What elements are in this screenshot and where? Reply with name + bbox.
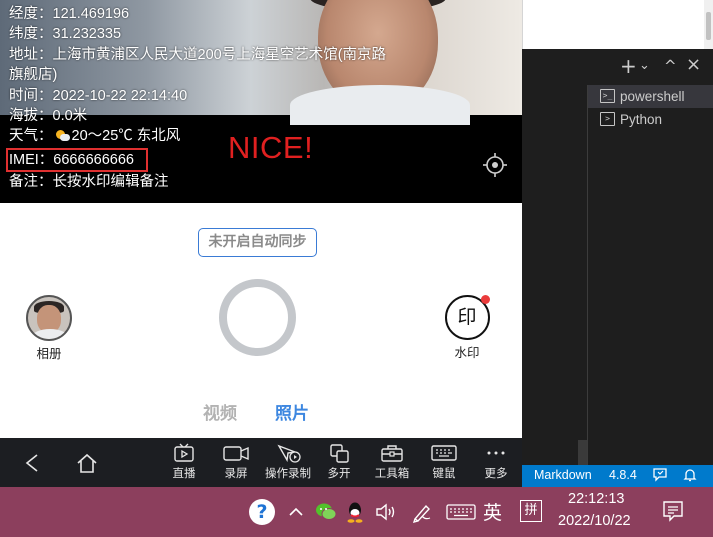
toolbar-live[interactable]: 直播 <box>159 443 209 481</box>
terminal-list: >_ powershell > Python <box>587 85 713 465</box>
maximize-panel-button[interactable]: ^ <box>664 57 677 75</box>
toolbar-label: 更多 <box>484 466 508 480</box>
more-icon <box>487 451 505 455</box>
auto-sync-badge[interactable]: 未开启自动同步 <box>198 228 317 257</box>
terminal-icon: >_ <box>600 89 615 103</box>
album-thumbnail <box>26 295 72 341</box>
multi-open-icon <box>330 444 349 463</box>
screen: 经度：121.469196 纬度：31.232335 地址：上海市黄浦区人民大道… <box>0 0 713 537</box>
clock-time[interactable]: 22:12:13 <box>568 491 624 515</box>
toolbar-multi[interactable]: 多开 <box>314 443 364 481</box>
toolbar-record[interactable]: 录屏 <box>211 443 261 481</box>
input-language-indicator[interactable]: 英 <box>483 498 502 524</box>
watermark-imei: IMEI：6666666666 <box>6 147 148 173</box>
close-panel-button[interactable]: × <box>686 54 701 75</box>
pen-icon[interactable] <box>410 500 434 524</box>
toolbar-label: 直播 <box>172 466 196 480</box>
phone-toolbar: 直播 录屏 操作录制 多开 工具箱 键鼠 更多 <box>0 438 522 488</box>
wechat-icon[interactable] <box>314 500 338 524</box>
toolbar-label: 键鼠 <box>432 466 456 480</box>
camera-record-icon <box>223 446 249 461</box>
watermark-time: 时间：2022-10-22 22:14:40 <box>9 87 188 104</box>
watermark-weather-value: 20～25℃ 东北风 <box>71 128 181 145</box>
ime-mode-indicator[interactable]: 拼 <box>520 500 542 522</box>
terminal-item-python[interactable]: > Python <box>588 108 713 131</box>
watermark-weather: 天气： 20～25℃ 东北风 <box>9 126 389 146</box>
toolbar-tools[interactable]: 工具箱 <box>367 443 417 481</box>
notifications-icon[interactable] <box>682 467 698 486</box>
partly-cloudy-icon <box>55 130 70 142</box>
help-icon[interactable]: ? <box>249 499 275 525</box>
toolbar-keymap[interactable]: 键鼠 <box>419 443 469 481</box>
macro-record-icon <box>277 444 301 463</box>
touch-keyboard-icon[interactable] <box>446 500 476 524</box>
show-hidden-icons-chevron-icon[interactable] <box>287 500 305 524</box>
camera-preview[interactable]: 经度：121.469196 纬度：31.232335 地址：上海市黄浦区人民大道… <box>0 0 522 203</box>
watermark-label: 水印 <box>454 345 480 360</box>
watermark-latitude: 纬度：31.232335 <box>9 26 122 43</box>
terminal-dropdown-button[interactable]: ⌄ <box>639 58 650 73</box>
typescript-version[interactable]: 4.8.4 <box>609 468 637 482</box>
new-terminal-button[interactable]: + <box>620 54 637 78</box>
editor-area[interactable] <box>522 0 713 49</box>
volume-icon[interactable] <box>374 500 398 524</box>
editor-scrollbar[interactable] <box>704 0 713 49</box>
watermark-altitude: 海拔：0.0米 <box>9 108 88 125</box>
toolbar-more[interactable]: 更多 <box>471 443 521 481</box>
terminal-icon: > <box>600 112 615 126</box>
toolbar-label: 工具箱 <box>374 466 410 480</box>
photo-watermark[interactable]: 经度：121.469196 纬度：31.232335 地址：上海市黄浦区人民大道… <box>6 4 389 193</box>
stamp-icon: 印 <box>444 295 490 340</box>
locate-target-icon[interactable] <box>482 152 508 178</box>
watermark-button[interactable]: 印 水印 <box>443 295 491 361</box>
status-bar: Markdown 4.8.4 <box>522 465 713 487</box>
toolbar-macro[interactable]: 操作录制 <box>263 443 313 481</box>
taskbar: ? 英 拼 22:12:13 2022/10/22 <box>0 487 713 537</box>
clock-date[interactable]: 2022/10/22 <box>558 513 631 537</box>
toolbar-label: 录屏 <box>224 466 248 480</box>
toolbar-label: 操作录制 <box>265 466 311 480</box>
mode-video-tab[interactable]: 视频 <box>203 399 237 424</box>
watermark-weather-prefix: 天气： <box>9 128 53 145</box>
terminal-panel: + ⌄ ^ × >_ powershell > Python <box>522 49 713 465</box>
feedback-icon[interactable] <box>652 467 668 486</box>
panel-scrollbar[interactable] <box>578 85 587 465</box>
watermark-address: 地址：上海市黄浦区人民大道200号上海星空艺术馆(南京路旗舰店) <box>9 46 387 84</box>
terminal-name: Python <box>620 112 663 127</box>
language-mode[interactable]: Markdown <box>534 468 592 482</box>
stamp-glyph: 印 <box>457 306 477 328</box>
terminal-name: powershell <box>620 89 685 104</box>
notification-dot <box>480 295 490 304</box>
album-label: 相册 <box>36 346 62 361</box>
mode-photo-tab[interactable]: 照片 <box>275 399 309 424</box>
toolbar-label: 多开 <box>327 466 351 480</box>
back-icon[interactable] <box>22 452 44 474</box>
qq-icon[interactable] <box>345 500 365 524</box>
shutter-button[interactable] <box>219 279 296 356</box>
home-icon[interactable] <box>75 452 97 474</box>
notification-center-icon[interactable] <box>661 499 685 523</box>
terminal-item-powershell[interactable]: >_ powershell <box>588 85 713 108</box>
nice-annotation: NICE! <box>228 130 314 165</box>
album-button[interactable]: 相册 <box>25 295 73 361</box>
phone-mirror-window: 经度：121.469196 纬度：31.232335 地址：上海市黄浦区人民大道… <box>0 0 522 488</box>
toolbox-icon <box>381 445 403 462</box>
keyboard-icon <box>431 445 457 461</box>
watermark-longitude: 经度：121.469196 <box>9 6 130 22</box>
watermark-note: 备注：长按水印编辑备注 <box>9 174 169 191</box>
play-screen-icon <box>174 443 194 462</box>
